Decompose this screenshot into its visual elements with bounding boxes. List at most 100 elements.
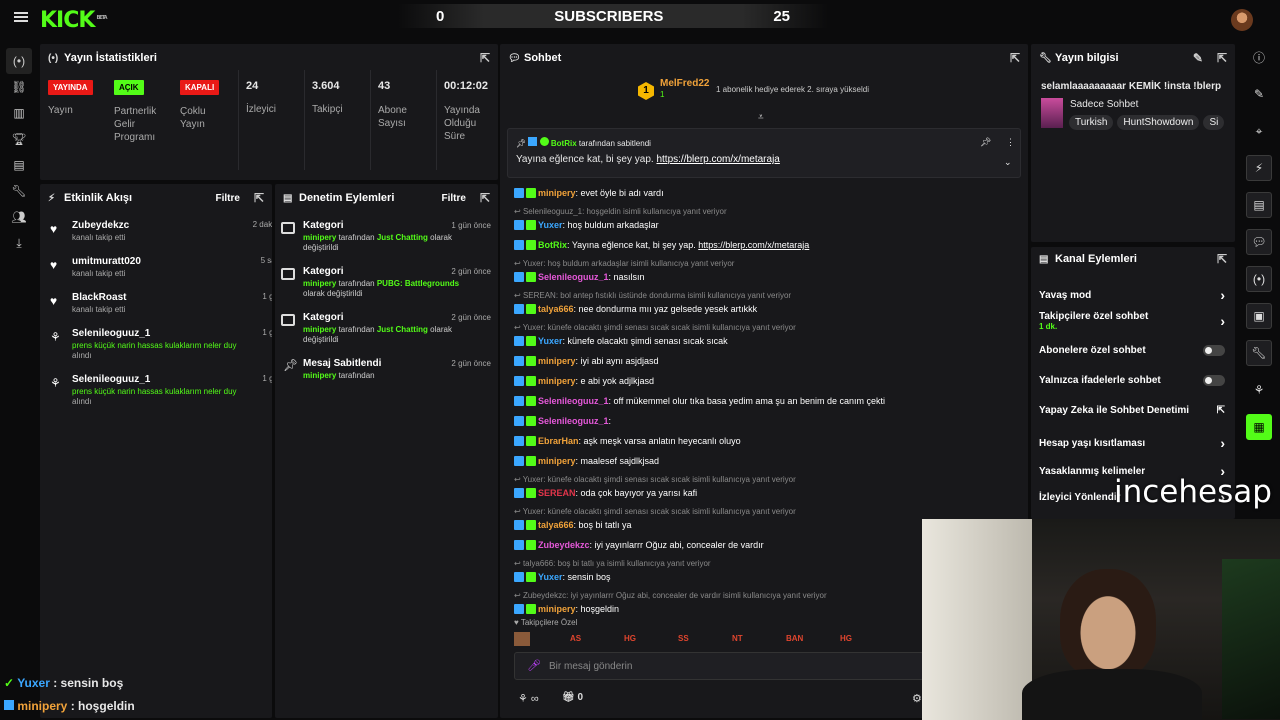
chat-user[interactable]: Selenileoguuz_1 (538, 272, 609, 282)
media-icon[interactable]: ▤ (0, 152, 38, 178)
activity-user[interactable]: BlackRoast (72, 292, 126, 303)
popout-icon[interactable]: ⇱ (1010, 51, 1020, 65)
users-icon[interactable]: 👥︎ (0, 204, 38, 230)
chat-message[interactable]: BotRix: Yayına eğlence kat, bi şey yap. … (514, 240, 914, 250)
extension-icon[interactable]: ▦ (1246, 414, 1272, 440)
analytics-icon[interactable]: ▥ (0, 100, 38, 126)
kick-logo[interactable]: KICK BETA (40, 8, 108, 33)
broadcast-icon[interactable]: (•) (6, 48, 32, 74)
popout-icon[interactable]: ⇱ (1217, 252, 1227, 266)
mic-icon[interactable]: 🎤︎ (527, 659, 541, 672)
trophy-icon[interactable]: 🏆︎ (0, 126, 38, 152)
info-icon[interactable]: ⓘ (1246, 44, 1272, 70)
pencil-icon[interactable]: ✎ (1246, 81, 1272, 107)
emote-icon[interactable]: HG (624, 634, 636, 643)
popout-icon[interactable]: ⇱ (480, 51, 490, 65)
chat-text: : e abi yok adjlkjasd (575, 376, 655, 386)
points[interactable]: 🎁︎ 0 (562, 692, 583, 703)
download-icon[interactable]: ⤓ (0, 230, 38, 256)
popout-icon[interactable]: ⇱ (254, 191, 264, 205)
target-icon[interactable]: ⌖ (1246, 118, 1272, 144)
chat-user[interactable]: talya666 (538, 520, 574, 530)
chat-user[interactable]: SEREAN (538, 488, 576, 498)
pinned-link[interactable]: https://blerp.com/x/metaraja (656, 154, 779, 165)
pin-icon[interactable]: 📌︎ (980, 137, 991, 148)
chat-message[interactable]: EbrarHan: aşk meşk varsa anlatın heyecan… (514, 436, 914, 446)
chat-user[interactable]: Selenileoguuz_1 (538, 396, 609, 406)
settings-icon[interactable]: ⚙ (912, 692, 922, 705)
chat-message[interactable]: minipery: e abi yok adjlkjasd (514, 376, 914, 386)
wrench-icon[interactable]: 🔧︎ (0, 178, 38, 204)
chat-message[interactable]: Selenileoguuz_1: off mükemmel olur tıka … (514, 396, 914, 406)
emote-icon[interactable]: SS (678, 634, 689, 643)
activity-user[interactable]: umitmuratt020 (72, 256, 141, 267)
channel-action-arrow[interactable]: Yavaş mod › (1039, 287, 1225, 303)
channel-action-ext[interactable]: Yapay Zeka ile Sohbet Denetimi ⇱ (1039, 405, 1225, 416)
chat-user[interactable]: Zubeydekzc (538, 540, 590, 550)
media-icon[interactable]: ▣ (1246, 303, 1272, 329)
toggle-switch[interactable] (1203, 345, 1225, 356)
chat-user[interactable]: Yuxer (538, 220, 563, 230)
channel-points-icon[interactable]: ⚘ ∞ (518, 692, 539, 705)
chat-user[interactable]: Selenileoguuz_1 (538, 416, 609, 426)
filter-button[interactable]: Filtre (215, 193, 239, 204)
link-icon[interactable]: ⛓ (0, 74, 38, 100)
filter-button[interactable]: Filtre (441, 193, 465, 204)
pinned-user[interactable]: BotRix (551, 139, 577, 148)
chat-user[interactable]: minipery (538, 356, 576, 366)
chat-user[interactable]: minipery (538, 604, 576, 614)
chat-message[interactable]: minipery: evet öyle bi adı vardı (514, 188, 914, 198)
activity-user[interactable]: Selenileoguuz_1 (72, 374, 150, 385)
chat-input-box[interactable]: 🎤︎ Bir mesaj gönderin (514, 652, 924, 680)
chat-icon[interactable]: 💬︎ (1246, 229, 1272, 255)
chat-message[interactable]: Yuxer: sensin boş (514, 572, 914, 582)
chevron-down-icon[interactable]: ⌄ (1004, 157, 1012, 168)
emote-icon[interactable]: AS (570, 634, 581, 643)
chat-user[interactable]: talya666 (538, 304, 574, 314)
chat-link[interactable]: https://blerp.com/x/metaraja (698, 240, 809, 250)
chat-message[interactable]: minipery: hoşgeldin (514, 604, 914, 614)
chat-input[interactable]: Bir mesaj gönderin (549, 661, 632, 672)
lightning-icon[interactable]: ⚡︎ (1246, 155, 1272, 181)
chat-user[interactable]: minipery (538, 188, 576, 198)
wrench-icon[interactable]: 🔧︎ (1246, 340, 1272, 366)
chat-message[interactable]: talya666: nee dondurma mıı yaz gelsede y… (514, 304, 914, 314)
gift-user[interactable]: MelFred22 (660, 78, 709, 89)
scroll-down-icon[interactable]: ⩡ (758, 112, 764, 123)
broadcast-icon[interactable]: (•) (1246, 266, 1272, 292)
chat-user[interactable]: Yuxer (538, 336, 563, 346)
chat-message[interactable]: talya666: boş bi tatlı ya (514, 520, 914, 530)
channel-action-toggle[interactable]: Abonelere özel sohbet (1039, 345, 1225, 356)
chat-message[interactable]: Selenileoguuz_1: nasılsın (514, 272, 914, 282)
avatar[interactable] (1231, 9, 1253, 31)
chat-message[interactable]: minipery: maalesef sajdlkjsad (514, 456, 914, 466)
chat-message[interactable]: minipery: iyi abi aynı asjdjasd (514, 356, 914, 366)
chat-user[interactable]: Yuxer (538, 572, 563, 582)
chat-message[interactable]: Selenileoguuz_1: (514, 416, 914, 426)
channel-action-arrow[interactable]: Hesap yaşı kısıtlaması › (1039, 435, 1225, 451)
edit-icon[interactable]: ✎ (1193, 51, 1203, 65)
chat-message[interactable]: Yuxer: künefe olacaktı şimdi senası sıca… (514, 336, 914, 346)
document-icon[interactable]: ▤ (1246, 192, 1272, 218)
emote-icon[interactable]: BAN (786, 634, 803, 643)
channel-action-toggle[interactable]: Yalnızca ifadelerle sohbet (1039, 375, 1225, 386)
chat-user[interactable]: BotRix (538, 240, 567, 250)
activity-user[interactable]: Zubeydekzc (72, 220, 129, 231)
chat-message[interactable]: SEREAN: oda çok bayıyor ya yarısı kafi (514, 488, 914, 498)
toggle-switch[interactable] (1203, 375, 1225, 386)
emote-icon[interactable]: HG (840, 634, 852, 643)
community-icon[interactable]: ⚘ (1246, 377, 1272, 403)
popout-icon[interactable]: ⇱ (1217, 51, 1227, 65)
menu-icon[interactable] (14, 12, 28, 22)
chat-message[interactable]: Zubeydekzc: iyi yayınlarrr Oğuz abi, con… (514, 540, 914, 550)
chat-user[interactable]: EbrarHan (538, 436, 579, 446)
emote-icon[interactable] (514, 632, 530, 646)
chat-user[interactable]: minipery (538, 456, 576, 466)
activity-user[interactable]: Selenileoguuz_1 (72, 328, 150, 339)
chat-user[interactable]: minipery (538, 376, 576, 386)
chat-message[interactable]: Yuxer: hoş buldum arkadaşlar (514, 220, 914, 230)
channel-action-arrow[interactable]: Takipçilere özel sohbet 1 dk. › (1039, 311, 1225, 331)
more-icon[interactable]: ⋮ (1006, 137, 1015, 148)
emote-icon[interactable]: NT (732, 634, 743, 643)
popout-icon[interactable]: ⇱ (480, 191, 490, 205)
